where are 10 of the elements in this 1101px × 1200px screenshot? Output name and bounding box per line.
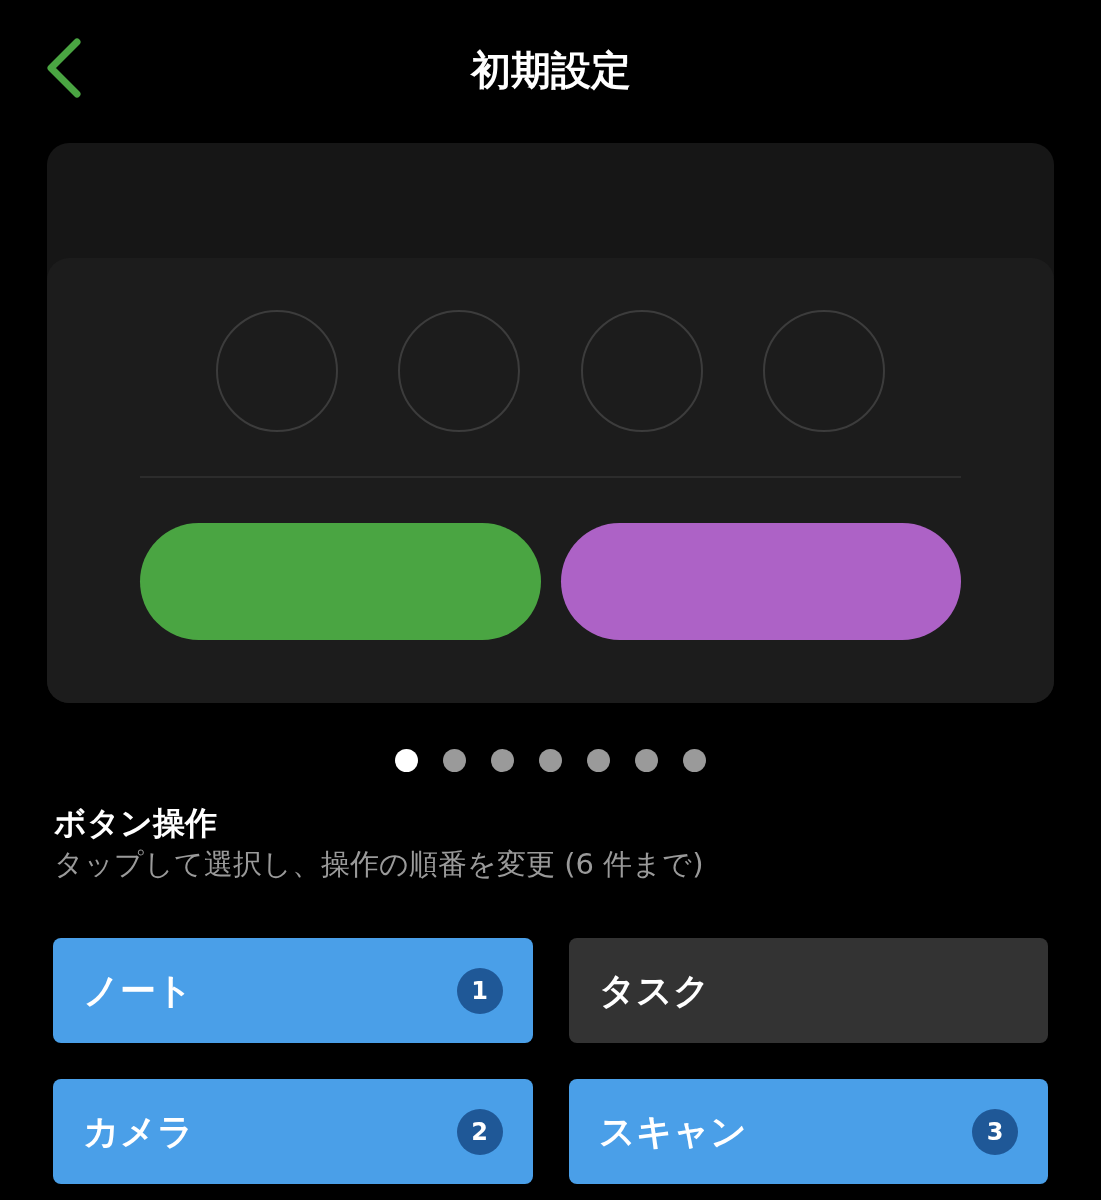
- page-title: 初期設定: [470, 46, 631, 95]
- section-title: ボタン操作: [54, 803, 218, 844]
- order-badge: 2: [456, 1108, 503, 1155]
- option-button[interactable]: カメラ 2: [53, 1079, 533, 1184]
- option-button[interactable]: スキャン 3: [568, 1079, 1048, 1184]
- option-button[interactable]: ノート 1: [53, 938, 533, 1043]
- order-badge: 1: [456, 967, 503, 1014]
- order-badge: 3: [972, 1108, 1018, 1155]
- section-subtitle: タップして選択し、操作の順番を変更 (6 件まで): [54, 846, 705, 883]
- option-button[interactable]: タスク: [568, 938, 1048, 1043]
